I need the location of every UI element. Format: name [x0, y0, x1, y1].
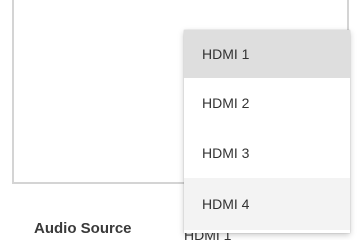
audio-source-label: Audio Source — [34, 220, 132, 237]
dropdown-option-hdmi-3[interactable]: HDMI 3 — [184, 128, 350, 178]
dropdown-option-hdmi-2[interactable]: HDMI 2 — [184, 78, 350, 128]
dropdown-option-hdmi-1[interactable]: HDMI 1 — [184, 30, 350, 78]
dropdown-option-hdmi-4[interactable]: HDMI 4 — [184, 178, 350, 230]
audio-settings-panel: Audio Source HDMI 1 HDMI 1 HDMI 2 HDMI 3… — [0, 0, 362, 240]
audio-source-dropdown-menu: HDMI 1 HDMI 2 HDMI 3 HDMI 4 — [184, 30, 350, 233]
